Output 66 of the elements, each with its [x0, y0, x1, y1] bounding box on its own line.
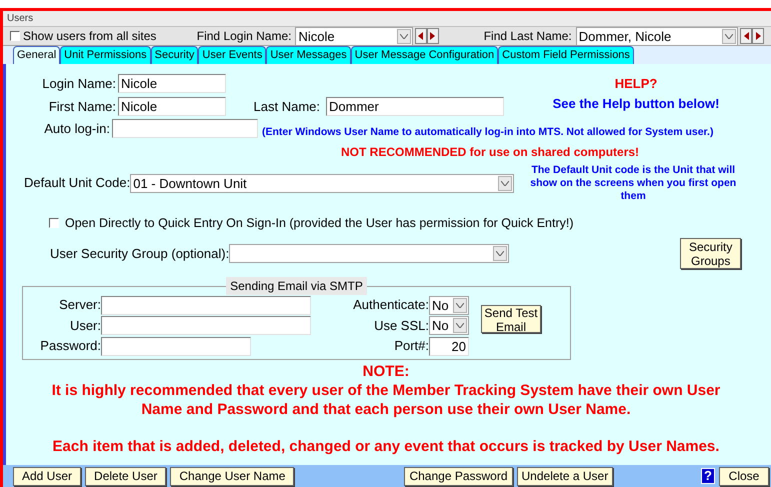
field-label: Use SSL: [373, 316, 429, 335]
checkbox-label: Open Directly to Quick Entry On Sign-In (provided the User has permission for Quick Entry!) [65, 214, 574, 232]
tab[interactable]: Unit Permissions [60, 46, 151, 64]
left-triangle-icon [418, 32, 423, 40]
close-button[interactable]: Close [719, 466, 769, 486]
auto-login-field[interactable] [112, 119, 258, 138]
previous-arrow-button[interactable] [740, 28, 752, 44]
auto-login-hint: (Enter Windows User Name to automatically log-in into MTS. Not allowed for System user.) [262, 125, 714, 140]
checkbox[interactable] [10, 31, 20, 41]
field-label: Login Name: [41, 75, 116, 93]
right-triangle-icon [756, 32, 760, 40]
smtp-password-field[interactable] [101, 336, 251, 356]
action-button[interactable]: Change User Name [170, 466, 294, 486]
warning-text: NOT RECOMMENDED for use on shared computers! [341, 144, 640, 160]
panel-title: Sending Email via SMTP [226, 277, 367, 296]
authenticate-combo[interactable]: No [429, 296, 469, 314]
tab[interactable]: User Events [198, 46, 266, 64]
server-field[interactable] [101, 296, 311, 314]
checkbox[interactable] [49, 218, 59, 228]
security-group-combo[interactable] [229, 244, 510, 264]
field-label: Last Name: [252, 98, 320, 116]
security-groups-button[interactable]: Security Groups [680, 238, 742, 270]
field-label: Authenticate: [352, 296, 429, 314]
tab[interactable]: User Messages [266, 46, 351, 64]
field-label: Port#: [393, 337, 429, 356]
port-field[interactable]: 20 [429, 336, 469, 356]
default-unit-hint: The Default Unit code is the Unit that will show on the screens when you first open them [529, 164, 738, 202]
action-button[interactable]: Add User [13, 466, 82, 486]
field-label: User Security Group (optional): [50, 245, 230, 263]
field-label: Server: [58, 296, 101, 314]
tab[interactable]: Custom Field Permissions [498, 46, 634, 64]
help-button[interactable]: ? [701, 468, 715, 484]
find-last-name-combo[interactable]: Dommer, Nicole [576, 26, 738, 46]
checkbox-label: Show users from all sites [23, 28, 156, 45]
field-label: Password: [39, 337, 101, 356]
field-label: User: [68, 316, 101, 335]
default-unit-combo[interactable]: 01 - Downtown Unit [130, 174, 514, 192]
action-button[interactable]: Change Password [404, 466, 513, 486]
field-label: Auto log-in: [43, 120, 110, 138]
left-triangle-icon [744, 32, 748, 40]
use-ssl-combo[interactable]: No [429, 316, 469, 335]
tab[interactable]: User Message Configuration [350, 46, 498, 64]
smtp-user-field[interactable] [101, 316, 311, 335]
next-arrow-button[interactable] [426, 28, 438, 44]
help-subtitle: See the Help button below! [552, 94, 720, 113]
tab[interactable]: Security [150, 46, 198, 64]
action-button[interactable]: Delete User [85, 466, 166, 486]
field-label: Find Last Name: [484, 28, 572, 45]
field-label: Find Login Name: [196, 28, 292, 45]
tab[interactable]: General [13, 46, 60, 64]
next-arrow-button[interactable] [752, 28, 764, 44]
action-button[interactable]: Undelete a User [516, 466, 614, 486]
note-title: NOTE: [362, 362, 410, 382]
send-test-email-button[interactable]: Send Test Email [481, 305, 541, 334]
field-label: Default Unit Code: [24, 174, 130, 192]
right-triangle-icon [430, 32, 435, 40]
field-label: First Name: [48, 98, 116, 116]
find-login-combo[interactable]: Nicole [295, 26, 412, 46]
window-title: Users [7, 12, 34, 26]
last-name-field[interactable]: Dommer [326, 96, 504, 116]
note-text: Each item that is added, deleted, changed or any event that occurs is tracked by User Names. [52, 437, 720, 456]
help-title: HELP? [614, 75, 658, 93]
previous-arrow-button[interactable] [414, 28, 426, 44]
login-name-field[interactable]: Nicole [118, 74, 226, 94]
note-text: It is highly recommended that every user of the Member Tracking System have their own User Name and Password and that each person use their own User Name. [50, 381, 722, 420]
first-name-field[interactable]: Nicole [118, 96, 226, 116]
